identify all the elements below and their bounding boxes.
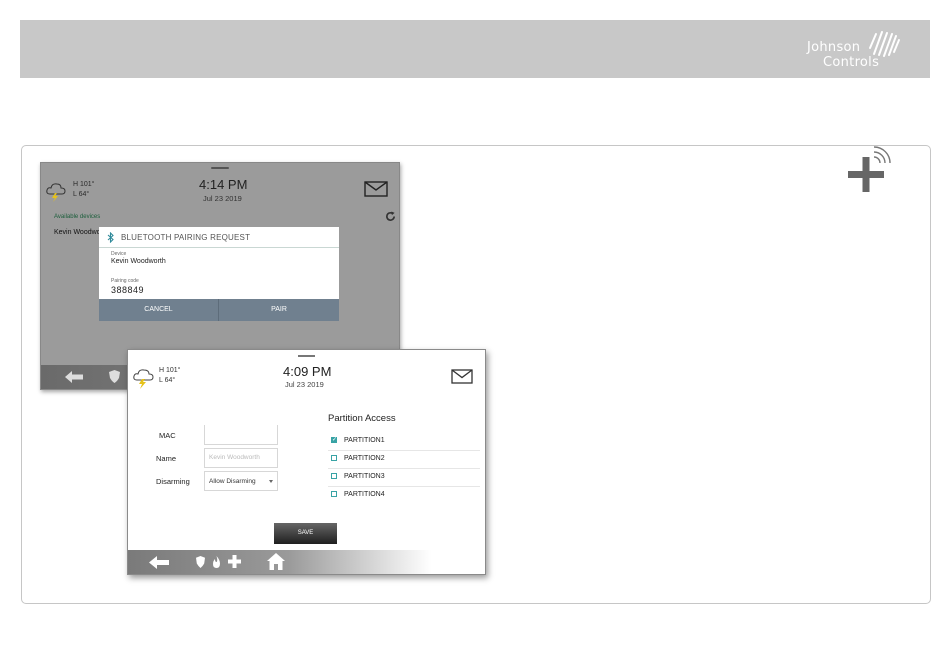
save-button[interactable]: SAVE — [274, 523, 337, 544]
plus-wireless-icon — [848, 146, 891, 192]
checkmark-icon: ✓ — [332, 437, 338, 443]
fire-icon[interactable] — [212, 556, 221, 568]
refresh-icon[interactable] — [385, 211, 396, 222]
dialog-button-row: CANCEL PAIR — [99, 299, 339, 321]
partition-row[interactable]: PARTITION4 — [328, 486, 480, 504]
weather-low: L 64° — [73, 191, 90, 198]
partition-label: PARTITION3 — [344, 473, 385, 480]
pairing-code-value: 388849 — [111, 285, 145, 295]
partition-row[interactable]: PARTITION3 — [328, 468, 480, 487]
partition-label: PARTITION4 — [344, 491, 385, 498]
weather-high: H 101° — [73, 181, 95, 188]
weather-storm-icon — [46, 183, 66, 202]
johnson-controls-logo: Johnson Controls — [807, 28, 902, 72]
checkbox-checked[interactable]: ✓ — [331, 437, 337, 443]
cancel-button[interactable]: CANCEL — [99, 299, 219, 321]
partition-label: PARTITION2 — [344, 455, 385, 462]
disarming-select[interactable]: Allow Disarming — [204, 471, 278, 491]
shield-icon[interactable] — [109, 370, 120, 383]
name-label: Name — [156, 454, 177, 463]
mail-icon[interactable] — [451, 369, 473, 384]
device-settings-screen: H 101° L 64° 4:09 PM Jul 23 2019 MAC Nam… — [127, 349, 486, 575]
medical-plus-icon[interactable] — [228, 555, 241, 568]
partition-label: PARTITION1 — [344, 437, 385, 444]
device-list-item[interactable]: Kevin Woodwo — [54, 229, 101, 236]
bottom-nav-bar — [128, 550, 485, 574]
clock-time: 4:14 PM — [199, 177, 248, 192]
mac-field[interactable] — [204, 425, 278, 445]
clock-date: Jul 23 2019 — [285, 380, 324, 389]
checkbox[interactable] — [331, 455, 337, 461]
mac-label: MAC — [159, 431, 176, 440]
shield-icon[interactable] — [196, 556, 205, 568]
pair-button[interactable]: PAIR — [219, 299, 339, 321]
mail-icon[interactable] — [364, 181, 388, 197]
pairing-code-label: Pairing code — [111, 278, 139, 284]
partition-row[interactable]: PARTITION2 — [328, 450, 480, 469]
partition-row[interactable]: ✓ PARTITION1 — [328, 432, 480, 451]
device-value: Kevin Woodworth — [111, 258, 166, 265]
disarming-label: Disarming — [156, 477, 190, 486]
clock-time: 4:09 PM — [283, 364, 332, 379]
partition-access-title: Partition Access — [328, 413, 396, 424]
bluetooth-pairing-dialog: BLUETOOTH PAIRING REQUEST Device Kevin W… — [99, 227, 339, 321]
dropdown-arrow-icon — [269, 480, 273, 483]
available-devices-label: Available devices — [54, 214, 101, 220]
checkbox[interactable] — [331, 491, 337, 497]
back-arrow-icon[interactable] — [149, 556, 169, 569]
dialog-header: BLUETOOTH PAIRING REQUEST — [99, 227, 339, 248]
back-arrow-icon[interactable] — [65, 371, 83, 383]
checkbox[interactable] — [331, 473, 337, 479]
home-icon[interactable] — [267, 553, 285, 570]
drag-handle[interactable] — [211, 167, 229, 169]
name-field[interactable]: Kevin Woodworth — [204, 448, 278, 468]
weather-high: H 101° — [159, 367, 181, 374]
header-bar: Johnson Controls — [20, 20, 930, 78]
clock-date: Jul 23 2019 — [203, 194, 242, 203]
disarming-selected-value: Allow Disarming — [209, 478, 256, 485]
brand-line1: Johnson — [807, 40, 861, 55]
device-label: Device — [111, 251, 127, 257]
weather-low: L 64° — [159, 377, 176, 384]
weather-storm-icon — [133, 369, 154, 389]
bluetooth-icon — [107, 232, 114, 243]
drag-handle[interactable] — [298, 355, 315, 357]
brand-mark-icon — [869, 31, 900, 57]
dialog-title: BLUETOOTH PAIRING REQUEST — [121, 233, 251, 242]
